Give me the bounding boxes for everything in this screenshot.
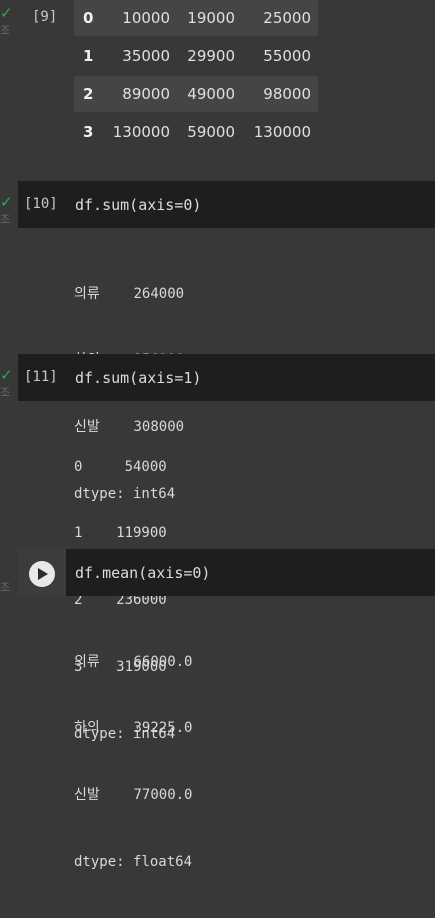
check-icon: ✓	[0, 366, 13, 384]
output-line: 의류 264000	[74, 285, 185, 302]
output-line: 의류 66000.0	[74, 653, 193, 670]
code-line[interactable]: df.mean(axis=0)	[75, 564, 210, 582]
cell-11: ✓ 조 [11] df.sum(axis=1) 0 54000 1 119900…	[0, 354, 435, 742]
output-line: dtype: float64	[74, 854, 193, 871]
table-row: 3 130000 59000 130000	[74, 114, 318, 150]
status-sub-label: 조	[0, 386, 11, 399]
output-line: 1 119900	[74, 525, 167, 542]
check-icon: ✓	[0, 193, 13, 211]
table-cell: 19000	[187, 9, 235, 27]
table-row: 0 10000 19000 25000	[74, 0, 318, 36]
cell-9: ✓ 조 [9] 0 10000 19000 25000 1 35000 2990…	[0, 0, 435, 160]
cell-output: 의류 66000.0 하의 39225.0 신발 77000.0 dtype: …	[74, 606, 192, 918]
table-cell: 130000	[253, 123, 311, 141]
table-row: 1 35000 29900 55000	[74, 38, 318, 74]
output-line: 0 54000	[74, 458, 167, 475]
code-line[interactable]: df.sum(axis=1)	[75, 369, 201, 387]
exec-count: [10]	[24, 196, 58, 212]
output-line: 하의 39225.0	[74, 720, 193, 737]
code-line[interactable]: df.sum(axis=0)	[75, 196, 201, 214]
status-sub-label: 조	[0, 213, 11, 226]
output-line: 신발 77000.0	[74, 787, 193, 804]
status-sub-label: 조	[0, 581, 11, 594]
table-cell: 98000	[263, 85, 311, 103]
check-icon: ✓	[0, 4, 13, 22]
cell-unexecuted: 조 df.mean(axis=0) 의류 66000.0 하의 39225.0 …	[0, 549, 435, 870]
table-cell: 55000	[263, 47, 311, 65]
exec-count: [11]	[24, 369, 58, 385]
table-cell: 59000	[187, 123, 235, 141]
table-row: 2 89000 49000 98000	[74, 76, 318, 112]
cell-10: ✓ 조 [10] df.sum(axis=0) 의류 264000 하의 156…	[0, 181, 435, 502]
table-cell: 29900	[187, 47, 235, 65]
table-cell: 25000	[263, 9, 311, 27]
status-sub-label: 조	[0, 24, 11, 37]
play-icon[interactable]	[29, 561, 55, 587]
exec-count: [9]	[32, 9, 58, 25]
table-cell: 49000	[187, 85, 235, 103]
